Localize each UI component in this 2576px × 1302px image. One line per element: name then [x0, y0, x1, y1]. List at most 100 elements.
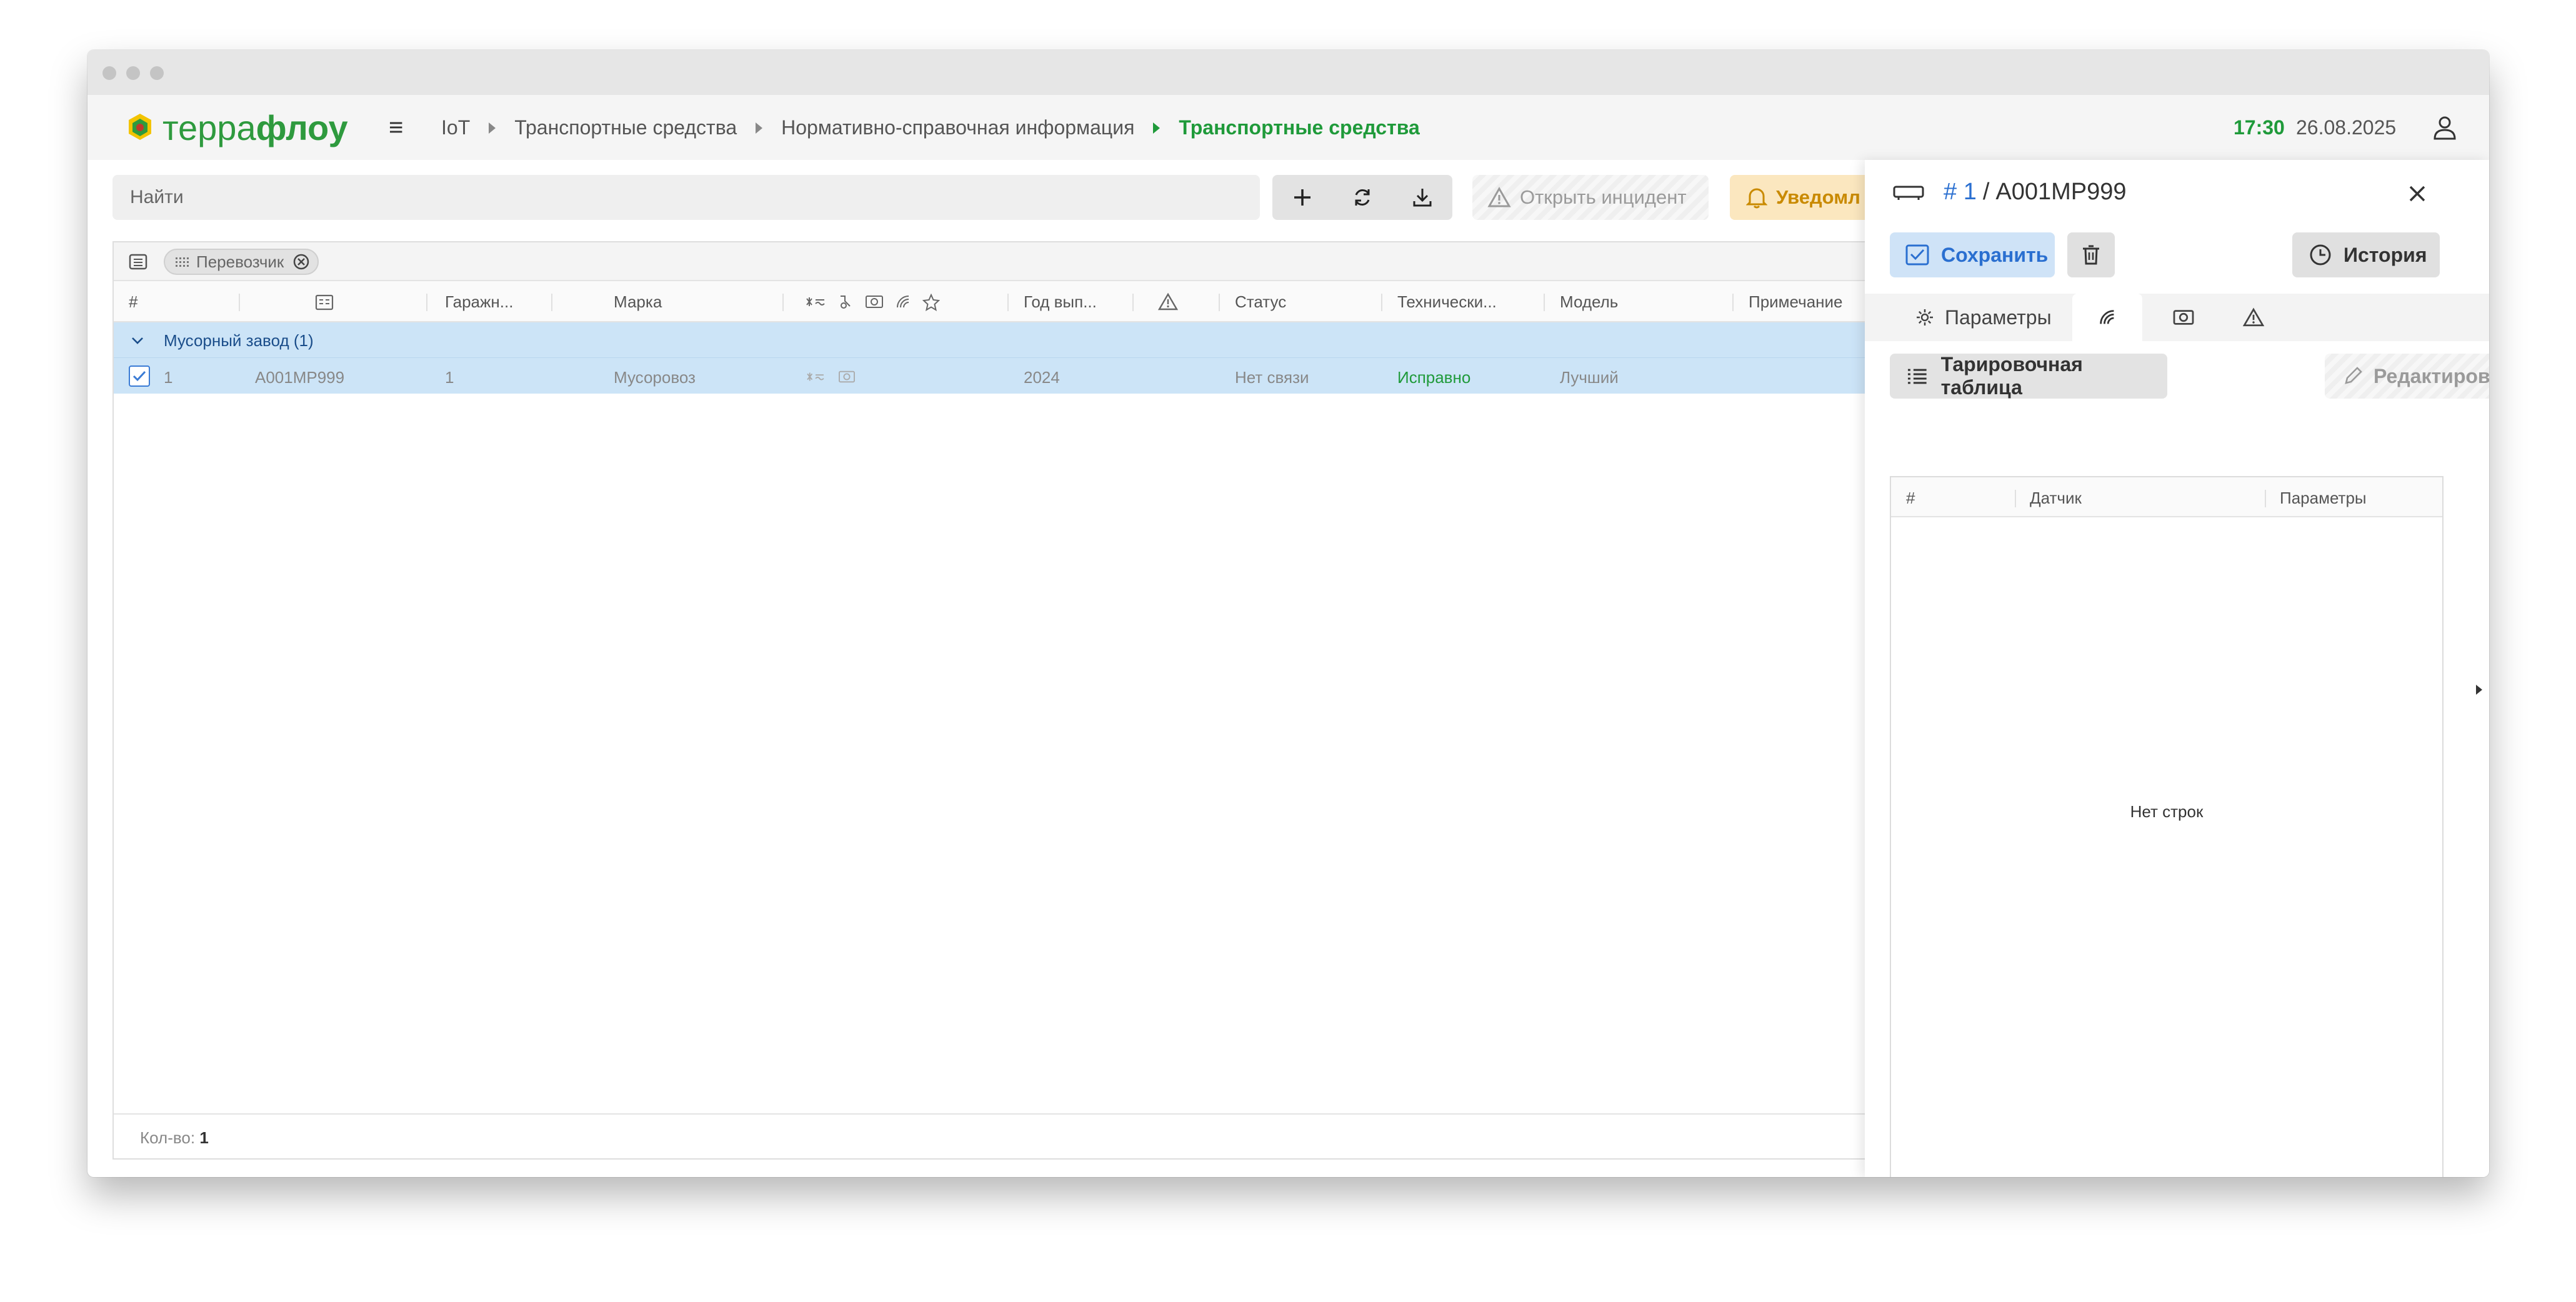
open-incident-label: Открыть инцидент	[1520, 186, 1687, 208]
breadcrumb: IoT Транспортные средства Нормативно-спр…	[441, 116, 1420, 139]
row-garage: 1	[445, 368, 454, 387]
sensor-column-params[interactable]: Параметры	[2280, 489, 2367, 508]
breadcrumb-item-current: Транспортные средства	[1179, 116, 1420, 139]
sensor-column-index[interactable]: #	[1906, 489, 1915, 508]
group-chip-carrier[interactable]: Перевозчик	[164, 249, 319, 275]
breadcrumb-item-iot[interactable]: IoT	[441, 116, 470, 139]
column-separator[interactable]	[1381, 294, 1382, 311]
column-separator[interactable]	[782, 294, 784, 311]
row-index: 1	[164, 368, 173, 387]
save-button[interactable]: Сохранить	[1890, 232, 2055, 277]
grouping-icon[interactable]	[129, 252, 147, 271]
tab-incidents[interactable]	[2219, 294, 2289, 341]
notifications-button[interactable]: Уведомл	[1730, 175, 1880, 220]
column-header-tech-state[interactable]: Технически...	[1397, 292, 1497, 312]
app-window: терра флоу ≡ IoT Транспортные средства Но…	[87, 50, 2489, 1177]
camera-icon	[839, 370, 855, 383]
menu-icon[interactable]: ≡	[389, 114, 403, 142]
column-header-garage[interactable]: Гаражн...	[445, 292, 513, 312]
open-incident-button[interactable]: Открыть инцидент	[1472, 175, 1709, 220]
column-header-index[interactable]: #	[129, 292, 137, 312]
tab-parameters[interactable]: Параметры	[1890, 294, 2071, 341]
warning-icon	[1487, 187, 1511, 207]
breadcrumb-item-vehicles[interactable]: Транспортные средства	[514, 116, 737, 139]
column-separator[interactable]	[1132, 294, 1134, 311]
row-feature-icons	[805, 369, 856, 384]
add-button[interactable]	[1284, 179, 1321, 216]
panel-title: # 1 / А001МР999	[1892, 179, 2127, 206]
tab-sensors[interactable]	[2072, 294, 2142, 341]
table-row[interactable]: 1 А001МР999 1 Мусоровоз 2024 Нет связи И…	[114, 357, 1886, 394]
delete-button[interactable]	[2067, 232, 2115, 277]
column-header-model[interactable]: Модель	[1560, 292, 1618, 312]
history-button[interactable]: История	[2292, 232, 2440, 277]
sensor-column-sensor[interactable]: Датчик	[2030, 489, 2082, 508]
column-separator[interactable]	[551, 294, 552, 311]
window-close-dot[interactable]	[102, 66, 116, 80]
edit-label: Редактировать	[2374, 364, 2489, 387]
expand-arrow-icon[interactable]	[2476, 685, 2482, 695]
pencil-icon	[2345, 367, 2362, 384]
chevron-down-icon[interactable]	[130, 335, 145, 346]
sensor-table-header: # Датчик Параметры	[1891, 477, 2442, 517]
breadcrumb-separator-icon	[756, 122, 763, 134]
signal-column-icon[interactable]	[895, 294, 911, 310]
download-icon	[1413, 189, 1432, 207]
refresh-button[interactable]	[1344, 179, 1381, 216]
features-column-icons	[805, 294, 940, 311]
close-icon[interactable]	[2405, 181, 2430, 206]
row-model: Лучший	[1560, 368, 1619, 387]
column-separator[interactable]	[1007, 294, 1009, 311]
breadcrumb-separator-icon	[489, 122, 496, 134]
column-separator[interactable]	[2015, 490, 2016, 507]
chip-remove-icon[interactable]	[292, 253, 310, 271]
refresh-icon	[1355, 189, 1370, 206]
star-column-icon[interactable]	[922, 294, 940, 311]
search-input[interactable]	[112, 175, 1260, 220]
checkmark-icon	[132, 370, 146, 382]
user-icon[interactable]	[2431, 114, 2459, 141]
save-label: Сохранить	[1941, 243, 2049, 266]
column-separator[interactable]	[426, 294, 427, 311]
plus-icon	[1294, 189, 1310, 206]
column-separator[interactable]	[239, 294, 240, 311]
app-logo[interactable]: терра флоу	[122, 107, 348, 147]
calibration-table-button[interactable]: Тарировочная таблица	[1890, 353, 2167, 399]
incident-column-icon[interactable]	[1157, 292, 1179, 311]
table-footer: Кол-во: 1	[114, 1113, 1886, 1158]
plate-column-icon[interactable]	[315, 294, 334, 311]
vehicle-icon	[1893, 186, 1924, 200]
download-button[interactable]	[1404, 179, 1441, 216]
column-separator[interactable]	[1544, 294, 1545, 311]
group-row-label: Мусорный завод (1)	[164, 331, 314, 350]
tab-camera[interactable]	[2149, 294, 2219, 341]
column-header-year[interactable]: Год вып...	[1024, 292, 1097, 312]
column-header-note[interactable]: Примечание	[1749, 292, 1843, 312]
column-separator[interactable]	[1732, 294, 1734, 311]
grouping-bar: Перевозчик	[114, 242, 1886, 281]
row-checkbox[interactable]	[129, 365, 150, 387]
window-maximize-dot[interactable]	[150, 66, 164, 80]
column-header-status[interactable]: Статус	[1235, 292, 1286, 312]
notifications-label: Уведомл	[1776, 186, 1860, 208]
gear-icon	[1917, 309, 1933, 326]
column-separator[interactable]	[2265, 490, 2266, 507]
column-separator[interactable]	[1219, 294, 1220, 311]
tab-parameters-label: Параметры	[1945, 306, 2052, 329]
params-column-icon[interactable]	[805, 294, 826, 310]
window-titlebar	[87, 50, 2489, 95]
edit-button[interactable]: Редактировать	[2325, 354, 2489, 399]
group-row[interactable]: Мусорный завод (1)	[114, 322, 1886, 357]
grip-icon	[176, 257, 189, 267]
window-minimize-dot[interactable]	[126, 66, 140, 80]
list-icon	[1907, 369, 1927, 384]
column-header-brand[interactable]: Марка	[614, 292, 662, 312]
sensor-column-icon[interactable]	[837, 294, 854, 310]
signal-icon	[2100, 310, 2114, 324]
logo-leaf-icon	[129, 114, 151, 140]
breadcrumb-item-reference[interactable]: Нормативно-справочная информация	[781, 116, 1134, 139]
camera-column-icon[interactable]	[865, 294, 884, 310]
search-field[interactable]	[112, 175, 1260, 220]
trash-icon	[2083, 245, 2099, 265]
panel-title-slash: /	[1982, 179, 1990, 205]
